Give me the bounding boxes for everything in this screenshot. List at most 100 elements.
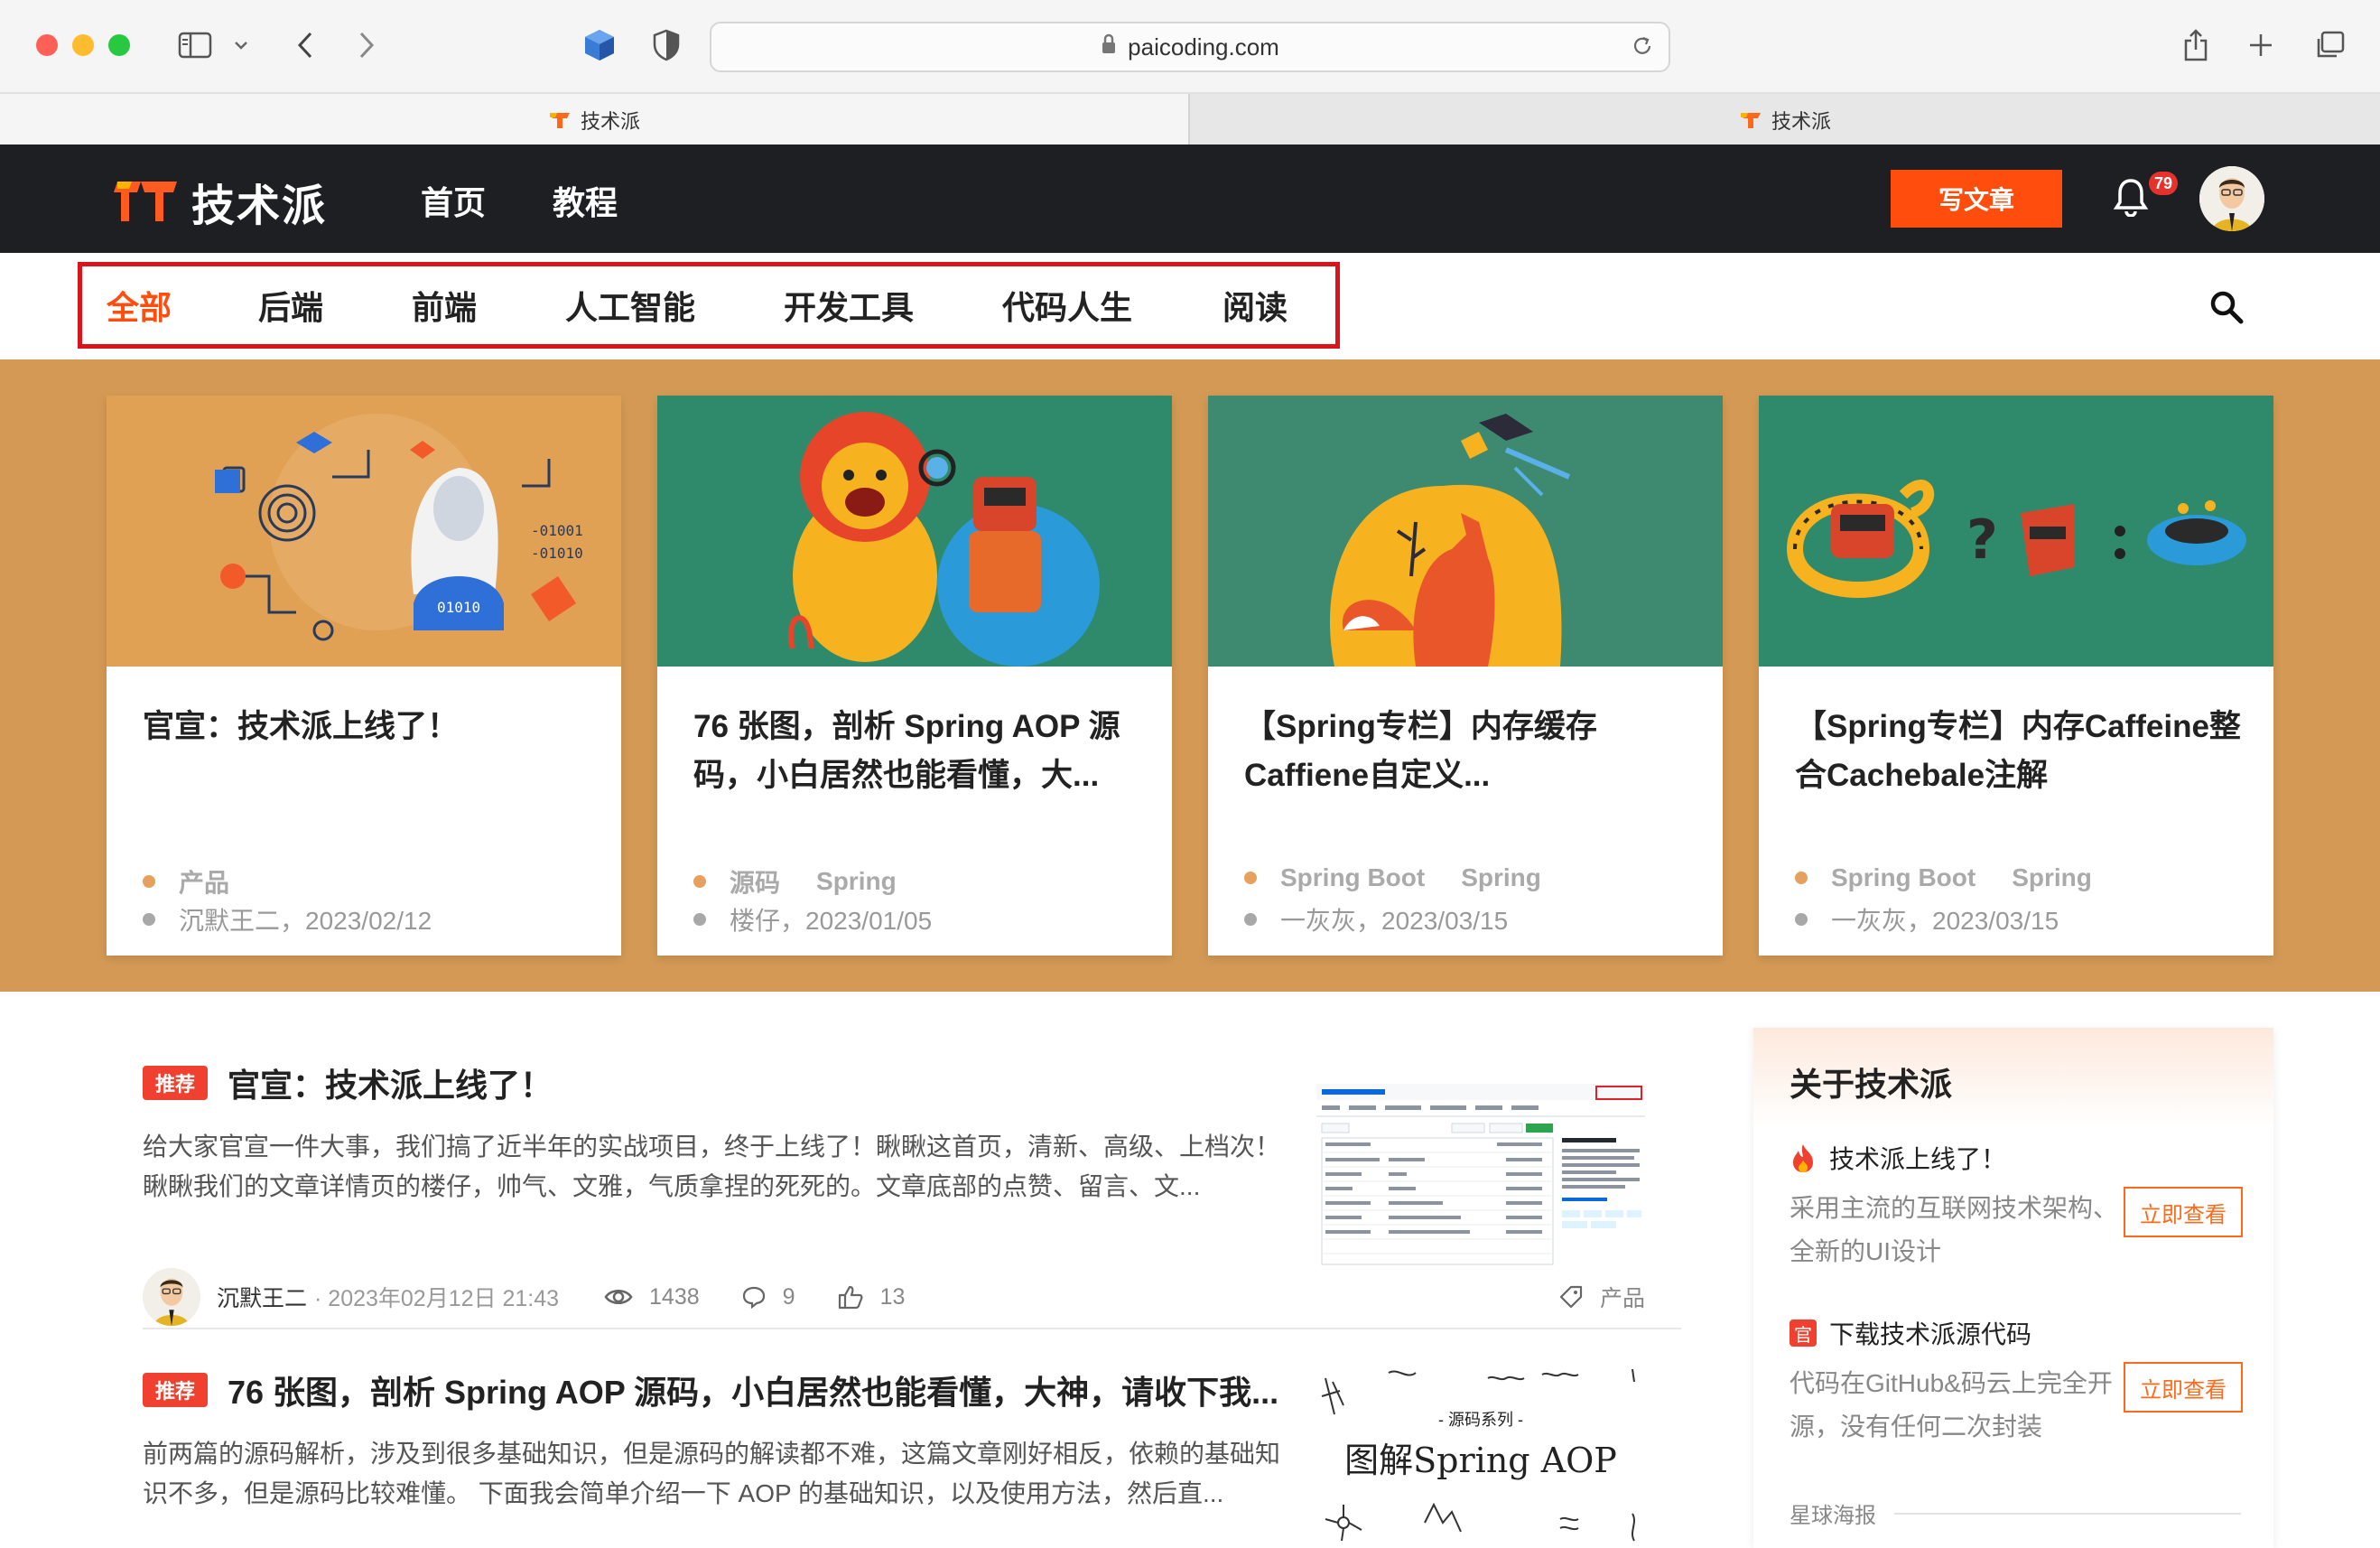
- reload-icon[interactable]: [1631, 34, 1654, 64]
- sidebar-item-desc: 代码在GitHub&码云上完全开源，没有任何二次封装: [1790, 1369, 2113, 1441]
- category-ai[interactable]: 人工智能: [565, 282, 695, 329]
- featured-card-author: 沉默王二，2023/02/12: [143, 901, 432, 937]
- featured-card-tags: Spring Boot Spring: [1795, 863, 2128, 892]
- sidebar-item-title-row: 技术派上线了！: [1790, 1140, 2241, 1176]
- browser-chrome: paicoding.com 技术派 技术派: [0, 0, 2380, 146]
- minimize-window-button[interactable]: [72, 34, 94, 56]
- tag[interactable]: Spring Boot: [1280, 863, 1425, 892]
- thumbs-up-icon: [838, 1285, 863, 1310]
- view-count-value: 1438: [649, 1283, 700, 1310]
- site-favicon-icon: [1740, 113, 1761, 128]
- article-title[interactable]: 官宣：技术派上线了！: [228, 1059, 553, 1106]
- featured-card-title[interactable]: 76 张图，剖析 Spring AOP 源码，小白居然也能看懂，大...: [693, 703, 1145, 800]
- author-avatar[interactable]: [143, 1268, 200, 1326]
- featured-card-title[interactable]: 【Spring专栏】内存缓存Caffiene自定义...: [1244, 703, 1696, 800]
- svg-text:-01001: -01001: [531, 522, 583, 539]
- category-reading[interactable]: 阅读: [1223, 282, 1288, 329]
- featured-card[interactable]: 【Spring专栏】内存缓存Caffiene自定义... Spring Boot…: [1208, 396, 1723, 956]
- chevron-down-icon[interactable]: [228, 25, 255, 65]
- article-thumbnail[interactable]: - 源码系列 - 图解Spring AOP: [1316, 1360, 1645, 1548]
- sidebar-item: 官 下载技术派源代码 代码在GitHub&码云上完全开源，没有任何二次封装 立即…: [1790, 1315, 2243, 1449]
- sidebar-item-label[interactable]: 下载技术派源代码: [1829, 1315, 2031, 1351]
- tab-title: 技术派: [1771, 110, 1831, 133]
- tag[interactable]: 源码: [730, 863, 780, 900]
- author-date: 沉默王二，2023/02/12: [179, 907, 432, 935]
- category-dev-tools[interactable]: 开发工具: [784, 282, 914, 329]
- site-favicon-icon: [549, 113, 570, 128]
- tag[interactable]: Spring: [816, 867, 897, 896]
- official-badge-icon: 官: [1790, 1320, 1817, 1347]
- sidebar-item-title-row: 官 下载技术派源代码: [1790, 1315, 2241, 1351]
- eye-icon: [604, 1290, 633, 1304]
- nav-home[interactable]: 首页: [421, 177, 486, 224]
- close-window-button[interactable]: [36, 34, 58, 56]
- browser-tab[interactable]: 技术派: [1188, 94, 2380, 146]
- sidebar-item-desc: 采用主流的互联网技术架构、全新的UI设计: [1790, 1194, 2119, 1265]
- featured-card-illustration: [657, 396, 1172, 667]
- zoom-window-button[interactable]: [108, 34, 130, 56]
- article-title[interactable]: 76 张图，剖析 Spring AOP 源码，小白居然也能看懂，大神，请收下我.…: [228, 1366, 1278, 1413]
- tab-title: 技术派: [580, 110, 640, 133]
- article-feed: 推荐 官宣：技术派上线了！ 给大家官宣一件大事，我们搞了近半年的实战项目，终于上…: [107, 1028, 1717, 1548]
- sidebar-footer-divider: [1894, 1512, 2241, 1515]
- author-name[interactable]: 沉默王二: [217, 1281, 307, 1313]
- featured-card-title[interactable]: 官宣：技术派上线了！: [143, 703, 594, 751]
- author-dot: [1795, 913, 1808, 926]
- new-tab-plus-icon[interactable]: [2241, 25, 2281, 65]
- browser-tab-active[interactable]: 技术派: [0, 94, 1188, 146]
- view-count: 1438: [604, 1284, 700, 1310]
- forward-arrow-icon[interactable]: [349, 25, 385, 65]
- feed-divider: [143, 1328, 1681, 1329]
- back-arrow-icon[interactable]: [287, 25, 323, 65]
- write-article-button[interactable]: 写文章: [1891, 170, 2062, 228]
- view-now-button[interactable]: 立即查看: [2124, 1187, 2243, 1237]
- address-bar[interactable]: paicoding.com: [710, 22, 1670, 72]
- featured-card-title[interactable]: 【Spring专栏】内存Caffeine整合Cachebale注解: [1795, 703, 2246, 800]
- sidebar-title: 关于技术派: [1753, 1028, 2273, 1127]
- author-dot: [1244, 913, 1257, 926]
- featured-card[interactable]: ? 【Spring专栏】内存Caffeine整合Cachebale注解 Spri…: [1759, 396, 2273, 956]
- category-backend[interactable]: 后端: [258, 282, 323, 329]
- article-thumbnail[interactable]: [1316, 1084, 1645, 1273]
- search-icon[interactable]: [2208, 289, 2245, 330]
- category-frontend[interactable]: 前端: [412, 282, 477, 329]
- sidebar-toggle-icon[interactable]: [175, 25, 215, 65]
- svg-text:?: ?: [1966, 508, 1998, 572]
- featured-card-illustration: ?: [1759, 396, 2273, 667]
- featured-card[interactable]: 01010 -01001 -01010 官宣：技术派上线了！ 产品 沉默王二，2…: [107, 396, 621, 956]
- sidebar-item: 技术派上线了！ 采用主流的互联网技术架构、全新的UI设计 立即查看: [1790, 1140, 2243, 1273]
- tag[interactable]: Spring Boot: [1831, 863, 1976, 892]
- extension-cube-icon[interactable]: [580, 25, 619, 65]
- sidebar-footer: 星球海报: [1790, 1497, 2241, 1529]
- tag[interactable]: 产品: [179, 863, 229, 900]
- user-avatar[interactable]: [2199, 166, 2264, 231]
- article-summary: 前两篇的源码解析，涉及到很多基础知识，但是源码的解读都不难，这篇文章刚好相反，依…: [143, 1440, 1281, 1507]
- article-category[interactable]: 产品: [1558, 1281, 1645, 1313]
- tag[interactable]: Spring: [2012, 863, 2092, 892]
- article-item[interactable]: 推荐 76 张图，剖析 Spring AOP 源码，小白居然也能看懂，大神，请收…: [143, 1360, 1681, 1548]
- thumbnail-title: 图解Spring AOP: [1344, 1441, 1617, 1480]
- comment-icon: [742, 1286, 765, 1309]
- like-count[interactable]: 13: [837, 1284, 905, 1310]
- recommend-badge: 推荐: [143, 1066, 208, 1100]
- tag[interactable]: Spring: [1461, 863, 1541, 892]
- sidebar-item-label[interactable]: 技术派上线了！: [1829, 1140, 2006, 1176]
- article-item[interactable]: 推荐 官宣：技术派上线了！ 给大家官宣一件大事，我们搞了近半年的实战项目，终于上…: [143, 1058, 1681, 1329]
- featured-card-tags: 产品: [143, 863, 265, 900]
- site-header: 技术派 首页 教程 写文章 79: [0, 145, 2380, 253]
- svg-text:01010: 01010: [437, 599, 480, 616]
- privacy-shield-icon[interactable]: [646, 25, 686, 65]
- category-code-life[interactable]: 代码人生: [1002, 282, 1132, 329]
- tab-overview-icon[interactable]: [2310, 25, 2349, 65]
- view-now-button[interactable]: 立即查看: [2124, 1362, 2243, 1413]
- category-all[interactable]: 全部: [107, 282, 172, 329]
- site-logo[interactable]: 技术派: [114, 170, 327, 233]
- bell-icon[interactable]: [2113, 177, 2149, 221]
- featured-card-author: 一灰灰，2023/03/15: [1244, 901, 1508, 937]
- featured-card[interactable]: 76 张图，剖析 Spring AOP 源码，小白居然也能看懂，大... 源码 …: [657, 396, 1172, 956]
- comment-count[interactable]: 9: [741, 1284, 795, 1310]
- nav-tutorial[interactable]: 教程: [553, 177, 618, 224]
- share-icon[interactable]: [2176, 25, 2216, 65]
- article-footer: 沉默王二 · 2023年02月12日 21:43 1438 9 13 产品: [143, 1268, 1681, 1326]
- about-sidebar: 关于技术派 技术派上线了！ 采用主流的互联网技术架构、全新的UI设计 立即查看 …: [1753, 1028, 2273, 1548]
